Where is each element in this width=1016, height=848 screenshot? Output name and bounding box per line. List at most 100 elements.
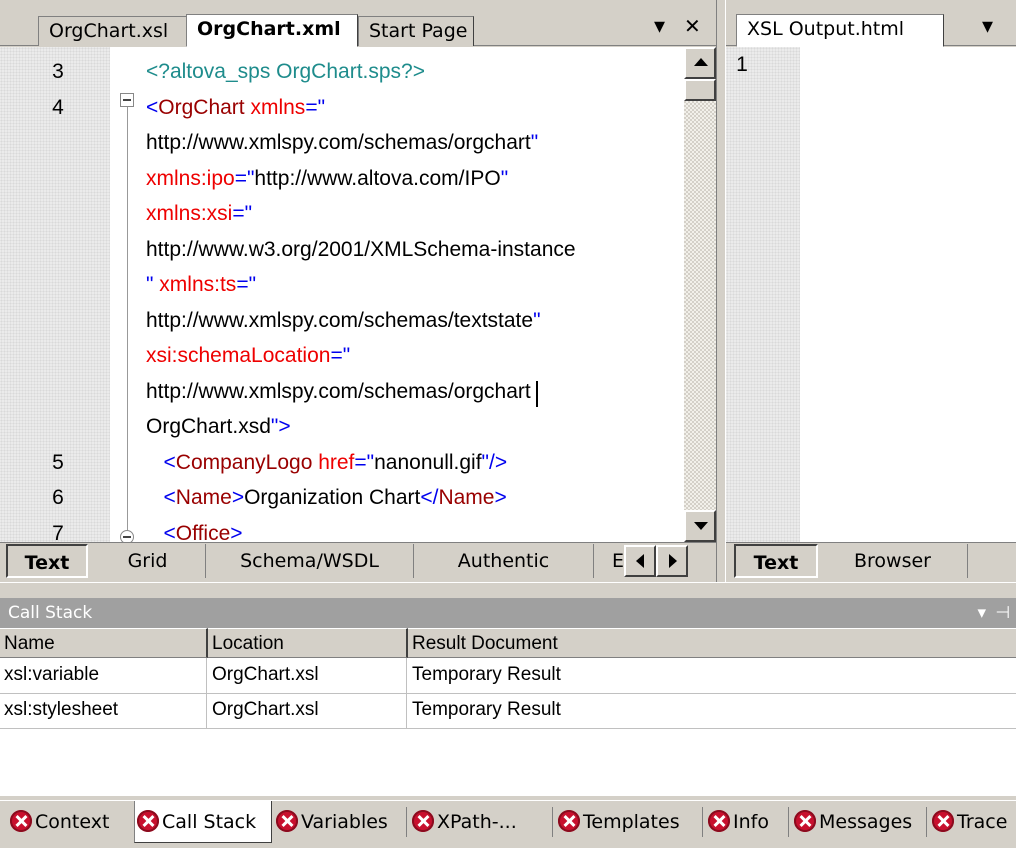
code-token: Name — [438, 486, 495, 509]
tab-list-dropdown-icon[interactable]: ▾ — [654, 14, 665, 39]
tab-separator — [702, 807, 703, 837]
column-header-name[interactable]: Name — [0, 628, 208, 658]
tab-label: XPath-... — [437, 811, 517, 833]
scroll-down-button[interactable] — [684, 510, 716, 542]
error-x-icon — [708, 810, 730, 832]
tab-label: Context — [35, 811, 110, 833]
view-tab-authentic[interactable]: Authentic — [414, 544, 594, 578]
code-token: < — [146, 96, 159, 119]
column-divider — [206, 658, 207, 728]
code-token: "> — [270, 415, 291, 438]
view-tab-browser-truncated[interactable]: E — [594, 544, 624, 578]
code-token: " — [530, 131, 539, 154]
code-token: " — [500, 167, 509, 190]
code-token: http://www.xmlspy.com/schemas/orgchart — [146, 380, 531, 403]
tab-orgchart-xsl[interactable]: OrgChart.xsl — [38, 16, 188, 46]
tab-label: Info — [733, 811, 769, 833]
fold-guide-line — [127, 102, 128, 532]
code-line: <Name>Organization Chart</Name> — [146, 480, 682, 516]
view-tabs-scroll-left[interactable] — [624, 545, 656, 577]
window-tab-trace[interactable]: Trace — [930, 801, 1016, 843]
tab-label: Templates — [583, 811, 680, 833]
close-document-icon[interactable]: ✕ — [684, 14, 701, 38]
window-tab-templates[interactable]: Templates — [556, 801, 702, 843]
output-line-number: 1 — [736, 53, 748, 76]
code-line: xsi:schemaLocation=" — [146, 338, 682, 374]
panel-separator — [0, 582, 1016, 598]
view-tab-grid[interactable]: Grid — [90, 544, 206, 578]
code-token: > — [231, 486, 245, 509]
code-token: http://www.altova.com/IPO — [254, 167, 501, 190]
arrow-left-icon — [636, 554, 644, 568]
tab-orgchart-xml[interactable]: OrgChart.xml — [186, 14, 358, 47]
tab-label: Call Stack — [162, 811, 257, 833]
cell-location: OrgChart.xsl — [212, 699, 319, 720]
call-stack-title-bar: Call Stack ▾ ⊣ — [0, 598, 1016, 628]
window-tab-info[interactable]: Info — [706, 801, 788, 843]
line-number: 4 — [52, 96, 64, 119]
call-stack-title: Call Stack — [8, 603, 93, 623]
code-line: http://www.xmlspy.com/schemas/orgchart — [146, 374, 682, 410]
cell-name: xsl:stylesheet — [4, 699, 119, 720]
code-token: http://www.w3.org/2001/XMLSchema-instanc… — [146, 238, 576, 261]
window-tab-call-stack[interactable]: Call Stack — [134, 801, 272, 843]
column-header-result-document[interactable]: Result Document — [408, 628, 1016, 658]
code-token: xmlns:ipo — [146, 167, 235, 190]
window-tab-variables[interactable]: Variables — [274, 801, 404, 843]
code-token: OrgChart — [158, 96, 245, 119]
tab-xsl-output[interactable]: XSL Output.html — [736, 14, 944, 47]
output-view-tab-text[interactable]: Text — [734, 544, 818, 578]
code-token: http://www.xmlspy.com/schemas/textstate — [146, 309, 534, 332]
code-token: < — [146, 486, 176, 509]
code-token: " — [533, 309, 541, 332]
error-x-icon — [412, 810, 434, 832]
output-line-number-gutter: 1 — [726, 47, 800, 542]
table-row[interactable]: xsl:variable OrgChart.xsl Temporary Resu… — [0, 658, 1016, 694]
code-token: =" — [232, 202, 253, 225]
column-divider — [406, 658, 407, 728]
output-tabbar: XSL Output.html ▾ — [726, 0, 1016, 47]
tab-separator — [926, 807, 927, 837]
editor-view-tabbar: Text Grid Schema/WSDL Authentic E — [0, 542, 718, 582]
error-x-icon — [558, 810, 580, 832]
tab-separator — [552, 807, 553, 837]
arrow-up-icon — [694, 58, 708, 66]
output-view-tab-browser[interactable]: Browser — [818, 544, 968, 578]
tab-start-page[interactable]: Start Page — [358, 16, 474, 46]
arrow-down-icon — [694, 522, 708, 530]
code-token: xmlns — [244, 96, 306, 119]
code-line: xmlns:ipo="http://www.altova.com/IPO" — [146, 161, 682, 197]
code-token: "/> — [481, 451, 508, 474]
code-line: <OrgChart xmlns=" — [146, 90, 682, 126]
editor-tabbar: OrgChart.xsl OrgChart.xml Start Page ▾ ✕ — [0, 0, 718, 47]
pin-icon[interactable]: ⊣ — [995, 598, 1010, 628]
error-x-icon — [794, 810, 816, 832]
fold-collapse-icon[interactable] — [120, 93, 134, 107]
line-number: 6 — [52, 486, 64, 509]
cell-result-document: Temporary Result — [412, 699, 561, 720]
error-x-icon — [137, 810, 159, 832]
output-tab-dropdown-icon[interactable]: ▾ — [982, 14, 993, 39]
window-tab-context[interactable]: Context — [8, 801, 132, 843]
error-x-icon — [276, 810, 298, 832]
panel-menu-icon[interactable]: ▾ — [977, 598, 986, 628]
code-token: http://www.xmlspy.com/schemas/orgchart — [146, 131, 531, 154]
view-tab-schema-wsdl[interactable]: Schema/WSDL — [206, 544, 414, 578]
window-tab-xpath-watch[interactable]: XPath-... — [410, 801, 550, 843]
debugger-window-tabs: Context Call Stack Variables XPath-... T… — [0, 800, 1016, 848]
table-row[interactable]: xsl:stylesheet OrgChart.xsl Temporary Re… — [0, 693, 1016, 729]
vertical-splitter[interactable] — [716, 0, 726, 582]
view-tabs-scroll-right[interactable] — [656, 545, 688, 577]
code-token: =" — [354, 451, 375, 474]
code-token: < — [146, 451, 176, 474]
output-view-tabbar: Text Browser — [726, 542, 1016, 582]
code-line: xmlns:xsi=" — [146, 196, 682, 232]
code-token: =" — [305, 96, 326, 119]
editor-vertical-scrollbar[interactable] — [684, 47, 716, 542]
output-text-editor[interactable] — [800, 47, 1016, 542]
window-tab-messages[interactable]: Messages — [792, 801, 926, 843]
view-tab-text[interactable]: Text — [6, 544, 88, 578]
fold-collapse-icon[interactable] — [120, 530, 134, 542]
code-token: nanonull.gif — [374, 451, 482, 474]
column-header-location[interactable]: Location — [208, 628, 408, 658]
